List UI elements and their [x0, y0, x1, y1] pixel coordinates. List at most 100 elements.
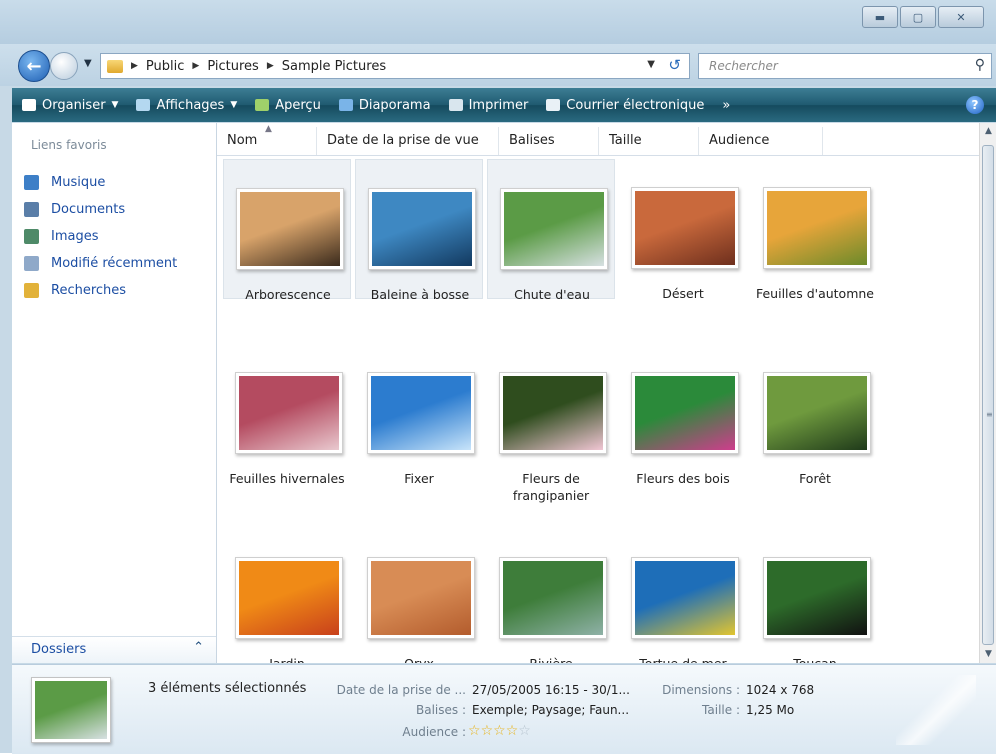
address-bar[interactable]: ▶ Public ▶ Pictures ▶ Sample Pictures ▼ ↺ — [100, 53, 690, 79]
documents-icon — [24, 202, 39, 217]
maximize-button[interactable]: ▢ — [900, 6, 936, 28]
file-item[interactable]: Désert — [619, 159, 747, 301]
file-item[interactable]: Tortue de mer — [619, 529, 747, 663]
back-button[interactable]: ← — [18, 50, 50, 82]
favorites-title: Liens favoris — [31, 138, 107, 152]
toolbar-more-button[interactable]: » — [722, 98, 730, 113]
image-thumbnail — [631, 372, 739, 454]
image-thumbnail — [631, 557, 739, 639]
file-name: Tortue de mer — [619, 655, 747, 663]
image-thumbnail — [500, 188, 608, 270]
toolbar-slideshow-button[interactable]: Diaporama — [338, 98, 431, 113]
breadcrumb-separator-icon[interactable]: ▶ — [192, 61, 199, 71]
navigation-pane: Liens favoris Musique Documents Images Modi… — [12, 123, 217, 663]
toolbar-item-label: Aperçu — [275, 97, 321, 113]
image-thumbnail — [631, 187, 739, 269]
folders-toggle[interactable]: Dossiers ⌃ — [12, 636, 216, 663]
breadcrumb-item[interactable]: Public — [146, 59, 184, 74]
image-thumbnail — [763, 187, 871, 269]
help-icon[interactable]: ? — [966, 96, 984, 114]
minimize-button[interactable]: ▬ — [862, 6, 898, 28]
file-item[interactable]: Fixer — [355, 344, 483, 486]
breadcrumb-item[interactable]: Sample Pictures — [282, 59, 386, 74]
sidebar-item-label: Modifié récemment — [51, 256, 178, 271]
file-item[interactable]: Fleurs des bois — [619, 344, 747, 486]
images-icon — [24, 229, 39, 244]
file-item[interactable]: Toucan — [751, 529, 879, 663]
column-header[interactable]: Balises — [499, 127, 599, 155]
folders-label: Dossiers — [31, 642, 87, 657]
picture-icon — [635, 561, 735, 635]
rating-stars[interactable]: ☆☆☆☆☆ — [468, 723, 531, 739]
picture-icon — [504, 192, 604, 266]
file-item[interactable]: Baleine à bosse — [355, 159, 483, 302]
image-thumbnail — [367, 372, 475, 454]
back-arrow-icon: ← — [26, 55, 42, 77]
image-thumbnail — [367, 557, 475, 639]
sidebar-item-images[interactable]: Images — [24, 223, 177, 250]
forward-button[interactable] — [50, 52, 78, 80]
file-view: Nom ▲ Date de la prise de vue Balises Taille… — [217, 123, 979, 663]
star-icon[interactable]: ☆ — [468, 723, 481, 739]
grip-icon: ≡ — [986, 410, 993, 419]
star-icon[interactable]: ☆ — [481, 723, 494, 739]
toolbar-views-button[interactable]: Affichages ▼ — [136, 98, 237, 113]
recent-pages-dropdown[interactable]: ▼ — [84, 58, 92, 69]
sidebar-item-searches[interactable]: Recherches — [24, 277, 177, 304]
breadcrumb-separator-icon[interactable]: ▶ — [131, 61, 138, 71]
search-icon[interactable]: ⚲ — [975, 57, 985, 73]
sidebar-item-documents[interactable]: Documents — [24, 196, 177, 223]
sidebar-item-label: Musique — [51, 175, 106, 190]
toolbar-print-button[interactable]: Imprimer — [448, 98, 528, 113]
star-icon[interactable]: ☆ — [493, 723, 506, 739]
date-label: Date de la prise de ... — [336, 683, 466, 697]
toolbar-preview-button[interactable]: Aperçu — [255, 98, 321, 113]
file-item[interactable]: Arborescence — [223, 159, 351, 302]
file-item[interactable]: Feuilles d'automne — [751, 159, 879, 301]
toolbar-organize-button[interactable]: Organiser ▼ — [22, 98, 118, 113]
file-item[interactable]: Fleurs de frangipanier — [487, 344, 615, 503]
sidebar-item-label: Recherches — [51, 283, 127, 298]
close-button[interactable]: ✕ — [938, 6, 984, 28]
dimensions-label: Dimensions : — [662, 683, 740, 697]
column-header[interactable]: Audience — [699, 127, 823, 155]
breadcrumb-separator-icon[interactable]: ▶ — [267, 61, 274, 71]
file-name: Désert — [662, 286, 704, 301]
file-item[interactable]: Jardin — [223, 529, 351, 663]
column-header[interactable]: Nom ▲ — [217, 124, 317, 155]
file-item[interactable]: Chute d'eau — [487, 159, 615, 302]
preview-icon — [255, 99, 270, 111]
navigation-bar: ← ▼ ▶ Public ▶ Pictures ▶ Sample Pictures ▼ ↺… — [0, 44, 996, 86]
star-icon[interactable]: ☆ — [506, 723, 519, 739]
breadcrumb-item[interactable]: Pictures — [207, 59, 258, 74]
column-header[interactable]: Date de la prise de vue — [317, 127, 499, 155]
sidebar-item-label: Images — [51, 229, 99, 244]
vertical-scrollbar[interactable]: ▲ ≡ ▼ — [979, 123, 996, 663]
file-item[interactable]: Forêt — [751, 344, 879, 486]
tags-value[interactable]: Exemple; Paysage; Faun... — [472, 703, 629, 717]
column-header[interactable]: Taille — [599, 127, 699, 155]
address-dropdown-icon[interactable]: ▼ — [647, 59, 655, 70]
window-controls: ▬ ▢ ✕ — [862, 6, 984, 28]
column-headers: Nom ▲ Date de la prise de vue Balises Taille… — [217, 124, 979, 156]
scroll-up-icon[interactable]: ▲ — [980, 123, 996, 140]
sidebar-item-music[interactable]: Musique — [24, 169, 177, 196]
file-item[interactable]: Oryx — [355, 529, 483, 663]
file-item[interactable]: Rivière — [487, 529, 615, 663]
scroll-down-icon[interactable]: ▼ — [980, 646, 996, 663]
explorer-window: ▬ ▢ ✕ ← ▼ ▶ Public ▶ Pictures ▶ Sample Pictur… — [0, 0, 996, 754]
sort-ascending-icon: ▲ — [265, 124, 272, 134]
refresh-icon[interactable]: ↺ — [668, 56, 681, 74]
star-icon[interactable]: ☆ — [518, 723, 531, 739]
search-input[interactable] — [707, 58, 951, 74]
sidebar-item-recent[interactable]: Modifié récemment — [24, 250, 177, 277]
tags-label: Balises : — [416, 703, 466, 717]
file-item[interactable]: Feuilles hivernales — [223, 344, 351, 486]
picture-icon — [503, 376, 603, 450]
scroll-thumb[interactable]: ≡ — [982, 145, 994, 645]
date-value[interactable]: 27/05/2005 16:15 - 30/1... — [472, 683, 630, 697]
picture-icon — [239, 376, 339, 450]
picture-icon — [635, 376, 735, 450]
picture-icon — [371, 376, 471, 450]
toolbar-email-button[interactable]: Courrier électronique — [546, 98, 704, 113]
